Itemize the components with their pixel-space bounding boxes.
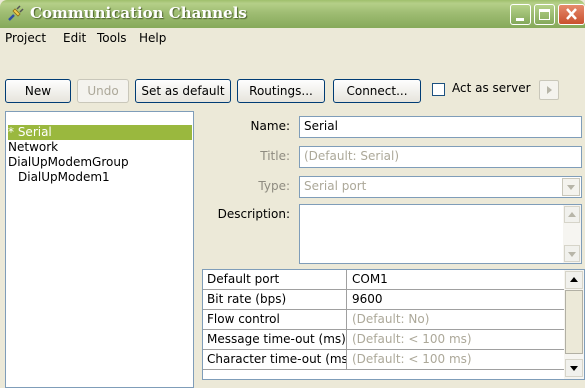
type-select[interactable]: Serial port [299, 176, 582, 198]
close-icon [566, 8, 577, 20]
set-as-default-button[interactable]: Set as default [135, 79, 231, 103]
communication-channels-window: Communication Channels Project Edit Tool… [0, 0, 585, 388]
property-value[interactable]: COM1 [348, 270, 565, 290]
table-row[interactable]: Bit rate (bps) 9600 [203, 290, 565, 310]
menu-tools[interactable]: Tools [97, 31, 127, 45]
grid-scrollbar[interactable] [564, 270, 584, 379]
title-label: Title: [260, 149, 290, 163]
chevron-up-icon [570, 277, 578, 282]
new-button[interactable]: New [5, 79, 71, 103]
name-label: Name: [250, 119, 290, 133]
property-value[interactable]: (Default: No) [348, 310, 565, 330]
channel-properties-panel: Name: Serial Title: (Default: Serial) Ty… [199, 111, 585, 388]
scroll-up-button[interactable] [565, 271, 583, 289]
chevron-up-icon [568, 212, 576, 217]
menu-bar: Project Edit Tools Help [0, 28, 585, 48]
property-value[interactable]: (Default: < 100 ms) [348, 330, 565, 350]
property-name: Character time-out (ms) [203, 350, 347, 370]
scroll-down-button[interactable] [565, 359, 583, 377]
tree-item-label: DialUpModem1 [18, 170, 110, 184]
chevron-down-icon [570, 366, 578, 371]
minimize-button[interactable] [510, 4, 531, 25]
property-value[interactable]: (Default: < 100 ms) [348, 350, 565, 370]
property-name: Bit rate (bps) [203, 290, 347, 310]
tree-item-label: Network [8, 140, 59, 154]
tree-item-serial[interactable]: * Serial [8, 125, 192, 140]
table-row[interactable]: Flow control (Default: No) [203, 310, 565, 330]
property-value[interactable]: 9600 [348, 290, 565, 310]
scroll-up-button[interactable] [564, 206, 580, 223]
connection-plug-icon [8, 5, 24, 21]
property-name: Default port [203, 270, 347, 290]
checkbox-box[interactable] [432, 83, 445, 96]
tree-item-network[interactable]: Network [8, 140, 58, 155]
type-label: Type: [258, 179, 290, 193]
close-button[interactable] [558, 4, 585, 25]
tree-item-label: DialUpModemGroup [8, 155, 129, 169]
menu-edit[interactable]: Edit [63, 31, 86, 45]
undo-button[interactable]: Undo [77, 79, 129, 103]
dropdown-button[interactable] [562, 178, 580, 196]
connect-button[interactable]: Connect... [333, 79, 421, 103]
title-field[interactable]: (Default: Serial) [299, 146, 582, 168]
act-as-server-label: Act as server [452, 81, 531, 95]
scroll-down-button[interactable] [564, 245, 580, 262]
table-row[interactable]: Character time-out (ms) (Default: < 100 … [203, 350, 565, 370]
chevron-down-icon [568, 252, 576, 257]
type-select-value: Serial port [304, 179, 367, 193]
menu-help[interactable]: Help [139, 31, 166, 45]
table-row[interactable]: Default port COM1 [203, 270, 565, 290]
title-bar[interactable]: Communication Channels [0, 0, 585, 28]
property-grid[interactable]: Default port COM1 Bit rate (bps) 9600 Fl… [202, 269, 585, 380]
property-name: Flow control [203, 310, 347, 330]
menu-project[interactable]: Project [5, 31, 46, 45]
maximize-icon [539, 9, 550, 20]
tree-item-dialupmodem1[interactable]: DialUpModem1 [18, 170, 110, 185]
window-title: Communication Channels [30, 4, 247, 22]
minimize-icon [516, 18, 524, 21]
description-label: Description: [217, 207, 290, 221]
chevron-right-icon [547, 86, 552, 94]
routings-button[interactable]: Routings... [237, 79, 325, 103]
chevron-down-icon [567, 185, 575, 190]
scroll-thumb[interactable] [565, 290, 583, 354]
description-scrollbar[interactable] [563, 205, 581, 263]
name-field[interactable]: Serial [299, 116, 582, 138]
toolbar-scroll-right-button[interactable] [539, 80, 559, 100]
table-row[interactable]: Message time-out (ms) (Default: < 100 ms… [203, 330, 565, 350]
channel-tree[interactable]: * Serial Network DialUpModemGroup DialUp… [5, 111, 194, 388]
tree-item-label: * Serial [8, 125, 52, 139]
maximize-button[interactable] [534, 4, 555, 25]
description-field[interactable] [299, 204, 582, 264]
property-name: Message time-out (ms) [203, 330, 347, 350]
tree-item-dialupmodemgroup[interactable]: DialUpModemGroup [8, 155, 129, 170]
